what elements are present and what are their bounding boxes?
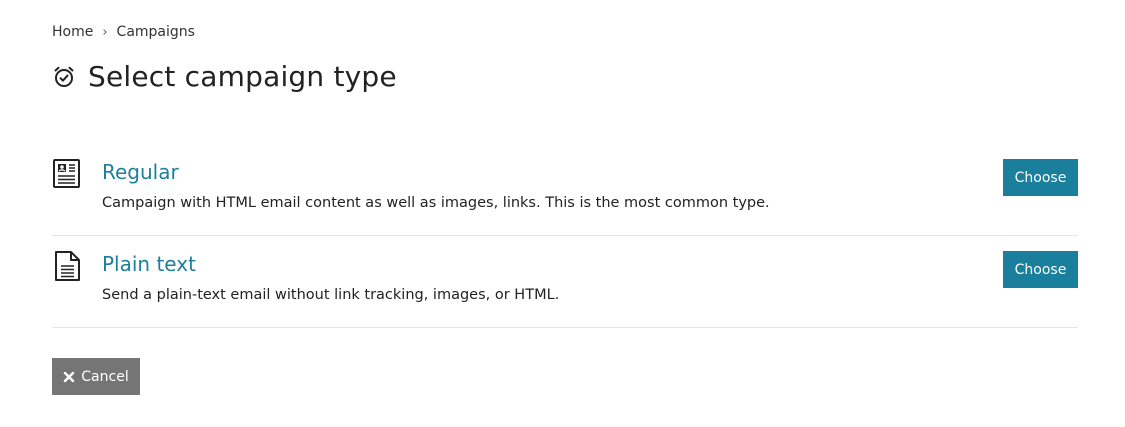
page: Home › Campaigns Select campaign type Re… — [0, 0, 1125, 427]
choose-regular-button[interactable]: Choose — [1003, 159, 1078, 196]
text-document-icon — [52, 250, 82, 282]
campaign-type-name-regular[interactable]: Regular — [102, 160, 179, 184]
page-title: Select campaign type — [88, 60, 397, 93]
cancel-label: Cancel — [81, 368, 129, 385]
newspaper-icon — [52, 158, 82, 190]
campaign-type-regular: Regular Campaign with HTML email content… — [52, 144, 1078, 236]
breadcrumb: Home › Campaigns — [52, 24, 195, 40]
close-icon — [63, 371, 75, 383]
alarm-clock-check-icon — [52, 65, 76, 89]
campaign-type-plain-text: Plain text Send a plain-text email witho… — [52, 236, 1078, 328]
breadcrumb-separator: › — [102, 24, 108, 40]
campaign-type-description-regular: Campaign with HTML email content as well… — [102, 195, 770, 211]
page-header: Select campaign type — [52, 60, 397, 93]
breadcrumb-home-link[interactable]: Home — [52, 24, 93, 40]
campaign-type-description-plain-text: Send a plain-text email without link tra… — [102, 287, 560, 303]
campaign-type-list: Regular Campaign with HTML email content… — [52, 144, 1078, 328]
breadcrumb-campaigns-link[interactable]: Campaigns — [117, 24, 195, 40]
choose-plain-text-button[interactable]: Choose — [1003, 251, 1078, 288]
cancel-button[interactable]: Cancel — [52, 358, 140, 395]
campaign-type-name-plain-text[interactable]: Plain text — [102, 252, 196, 276]
